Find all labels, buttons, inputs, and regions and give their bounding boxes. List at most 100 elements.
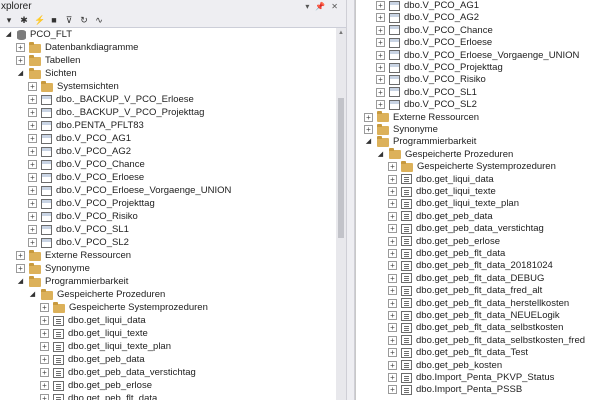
tree-node[interactable]: ◢ Programmierbarkeit — [364, 135, 476, 148]
scroll-up-arrow-icon[interactable]: ▲ — [336, 28, 346, 38]
expand-icon[interactable]: + — [388, 323, 397, 333]
expand-icon[interactable]: + — [28, 160, 37, 169]
refresh-icon[interactable]: ↻ — [79, 15, 89, 26]
expand-icon[interactable]: + — [388, 298, 397, 308]
expand-icon[interactable]: + — [388, 174, 397, 184]
expand-icon[interactable]: + — [40, 342, 49, 351]
expand-icon[interactable]: + — [40, 381, 49, 390]
expand-icon[interactable]: + — [40, 394, 49, 400]
expand-icon[interactable]: + — [376, 50, 385, 60]
tree-node[interactable]: + dbo.V_PCO_Erloese — [28, 171, 144, 184]
tree-node[interactable]: + Gespeicherte Systemprozeduren — [388, 160, 556, 173]
tree-node[interactable]: + dbo.get_peb_data — [388, 210, 493, 223]
collapse-icon[interactable]: ◢ — [16, 277, 25, 286]
expand-icon[interactable]: + — [388, 224, 397, 234]
tree-node[interactable]: + dbo.get_peb_flt_data_Test — [388, 346, 528, 359]
tree-node[interactable]: + dbo.get_liqui_texte — [388, 185, 496, 198]
tree-node[interactable]: ◢ Programmierbarkeit — [16, 275, 128, 288]
tree-node[interactable]: + dbo.V_PCO_Erloese — [376, 36, 492, 49]
tree-node[interactable]: + dbo.get_peb_data_verstichtag — [40, 366, 196, 379]
dropdown-icon[interactable]: ▾ — [305, 2, 309, 11]
expand-icon[interactable]: + — [376, 100, 385, 110]
collapse-icon[interactable]: ◢ — [376, 150, 385, 159]
tree-node[interactable]: + Externe Ressourcen — [16, 249, 131, 262]
disconnect-icon[interactable]: ⚡ — [34, 15, 45, 26]
expand-icon[interactable]: + — [28, 147, 37, 156]
tree-node[interactable]: + Datenbankdiagramme — [16, 41, 138, 54]
expand-icon[interactable]: + — [28, 199, 37, 208]
expand-icon[interactable]: + — [28, 108, 37, 117]
tree-node[interactable]: + Synonyme — [364, 123, 438, 136]
tree-node[interactable]: + dbo.V_PCO_SL1 — [376, 86, 477, 99]
expand-icon[interactable]: + — [376, 13, 385, 23]
expand-icon[interactable]: + — [16, 56, 25, 65]
expand-icon[interactable]: + — [388, 199, 397, 209]
activity-icon[interactable]: ∿ — [94, 15, 104, 26]
tree-node[interactable]: + dbo.get_peb_data — [40, 353, 145, 366]
expand-icon[interactable]: + — [40, 303, 49, 312]
tree-node[interactable]: ◢ Sichten — [16, 67, 77, 80]
tree-node[interactable]: + dbo.get_liqui_data — [40, 314, 146, 327]
close-icon[interactable]: ✕ — [331, 2, 338, 11]
tree-node[interactable]: + dbo.V_PCO_SL2 — [28, 236, 129, 249]
expand-icon[interactable]: + — [40, 329, 49, 338]
tree-node[interactable]: + dbo.get_liqui_data — [388, 173, 494, 186]
expand-icon[interactable]: + — [388, 236, 397, 246]
tree-node[interactable]: + dbo.get_peb_flt_data_selbstkosten_fred — [388, 334, 585, 347]
tree-node[interactable]: + dbo.PENTA_PFLT83 — [28, 119, 144, 132]
tree-node[interactable]: + dbo.V_PCO_AG1 — [28, 132, 131, 145]
expand-icon[interactable]: + — [28, 82, 37, 91]
expand-icon[interactable]: + — [28, 238, 37, 247]
tree-node[interactable]: + dbo.get_peb_flt_data — [40, 392, 157, 400]
tree-node[interactable]: + dbo.V_PCO_Projekttag — [376, 61, 503, 74]
tree-node[interactable]: + dbo.get_liqui_texte_plan — [388, 197, 519, 210]
tree-node[interactable]: + dbo.get_peb_kosten — [388, 359, 502, 372]
tree-node[interactable]: ◢ Gespeicherte Prozeduren — [376, 148, 513, 161]
scrollbar-thumb[interactable] — [338, 98, 344, 238]
expand-icon[interactable]: + — [364, 125, 373, 134]
tree-node[interactable]: + dbo.V_PCO_AG1 — [376, 0, 479, 12]
tree-node[interactable]: + dbo.Import_Penta_PKVP_Status — [388, 371, 554, 384]
tree-node[interactable]: + Systemsichten — [28, 80, 119, 93]
expand-icon[interactable]: + — [16, 43, 25, 52]
pane-splitter[interactable] — [346, 0, 355, 400]
expand-icon[interactable]: + — [28, 95, 37, 104]
tree-node[interactable]: + dbo.get_peb_flt_data_fred_alt — [388, 284, 542, 297]
expand-icon[interactable]: + — [388, 311, 397, 320]
tree-node[interactable]: + dbo.Import_Penta_PSSB — [388, 383, 522, 396]
expand-icon[interactable]: + — [28, 121, 37, 130]
expand-icon[interactable]: + — [28, 225, 37, 234]
tree-node[interactable]: + Externe Ressourcen — [364, 111, 479, 124]
expand-icon[interactable]: + — [388, 348, 397, 358]
tree-node[interactable]: + dbo.get_peb_flt_data_selbstkosten — [388, 321, 563, 334]
tree-node[interactable]: + Gespeicherte Systemprozeduren — [40, 301, 208, 314]
connect-icon[interactable]: ▾ — [4, 15, 14, 26]
tree-node[interactable]: + dbo.get_peb_flt_data — [388, 247, 505, 260]
new-query-icon[interactable]: ✱ — [19, 15, 29, 26]
tree-node[interactable]: + dbo.V_PCO_Chance — [376, 24, 493, 37]
tree-node[interactable]: + dbo.get_liqui_texte_plan — [40, 340, 171, 353]
expand-icon[interactable]: + — [376, 75, 385, 85]
collapse-icon[interactable]: ◢ — [16, 69, 25, 78]
pin-icon[interactable]: 📌 — [315, 2, 325, 11]
tree-node[interactable]: + dbo.V_PCO_Risiko — [376, 73, 486, 86]
expand-icon[interactable]: + — [376, 25, 385, 35]
expand-icon[interactable]: + — [376, 38, 385, 48]
tree-node[interactable]: ◢ PCO_FLT — [4, 28, 72, 41]
expand-icon[interactable]: + — [40, 355, 49, 364]
tree-node[interactable]: + dbo.get_peb_erlose — [388, 235, 500, 248]
expand-icon[interactable]: + — [40, 316, 49, 325]
tree-node[interactable]: + dbo.get_peb_erlose — [40, 379, 152, 392]
expand-icon[interactable]: + — [388, 335, 397, 345]
expand-icon[interactable]: + — [28, 186, 37, 195]
tree-node[interactable]: + dbo._BACKUP_V_PCO_Erloese — [28, 93, 194, 106]
tree-node[interactable]: + dbo.V_PCO_Chance — [28, 158, 145, 171]
tree-node[interactable]: + dbo.get_peb_flt_data_herstellkosten — [388, 297, 569, 310]
collapse-icon[interactable]: ◢ — [364, 137, 373, 146]
expand-icon[interactable]: + — [40, 368, 49, 377]
tree-node[interactable]: + dbo._BACKUP_V_PCO_Projekttag — [28, 106, 204, 119]
tree-node[interactable]: + dbo.V_PCO_AG2 — [28, 145, 131, 158]
tree-node[interactable]: + dbo.get_liqui_texte — [40, 327, 148, 340]
expand-icon[interactable]: + — [16, 264, 25, 273]
expand-icon[interactable]: + — [388, 373, 397, 382]
